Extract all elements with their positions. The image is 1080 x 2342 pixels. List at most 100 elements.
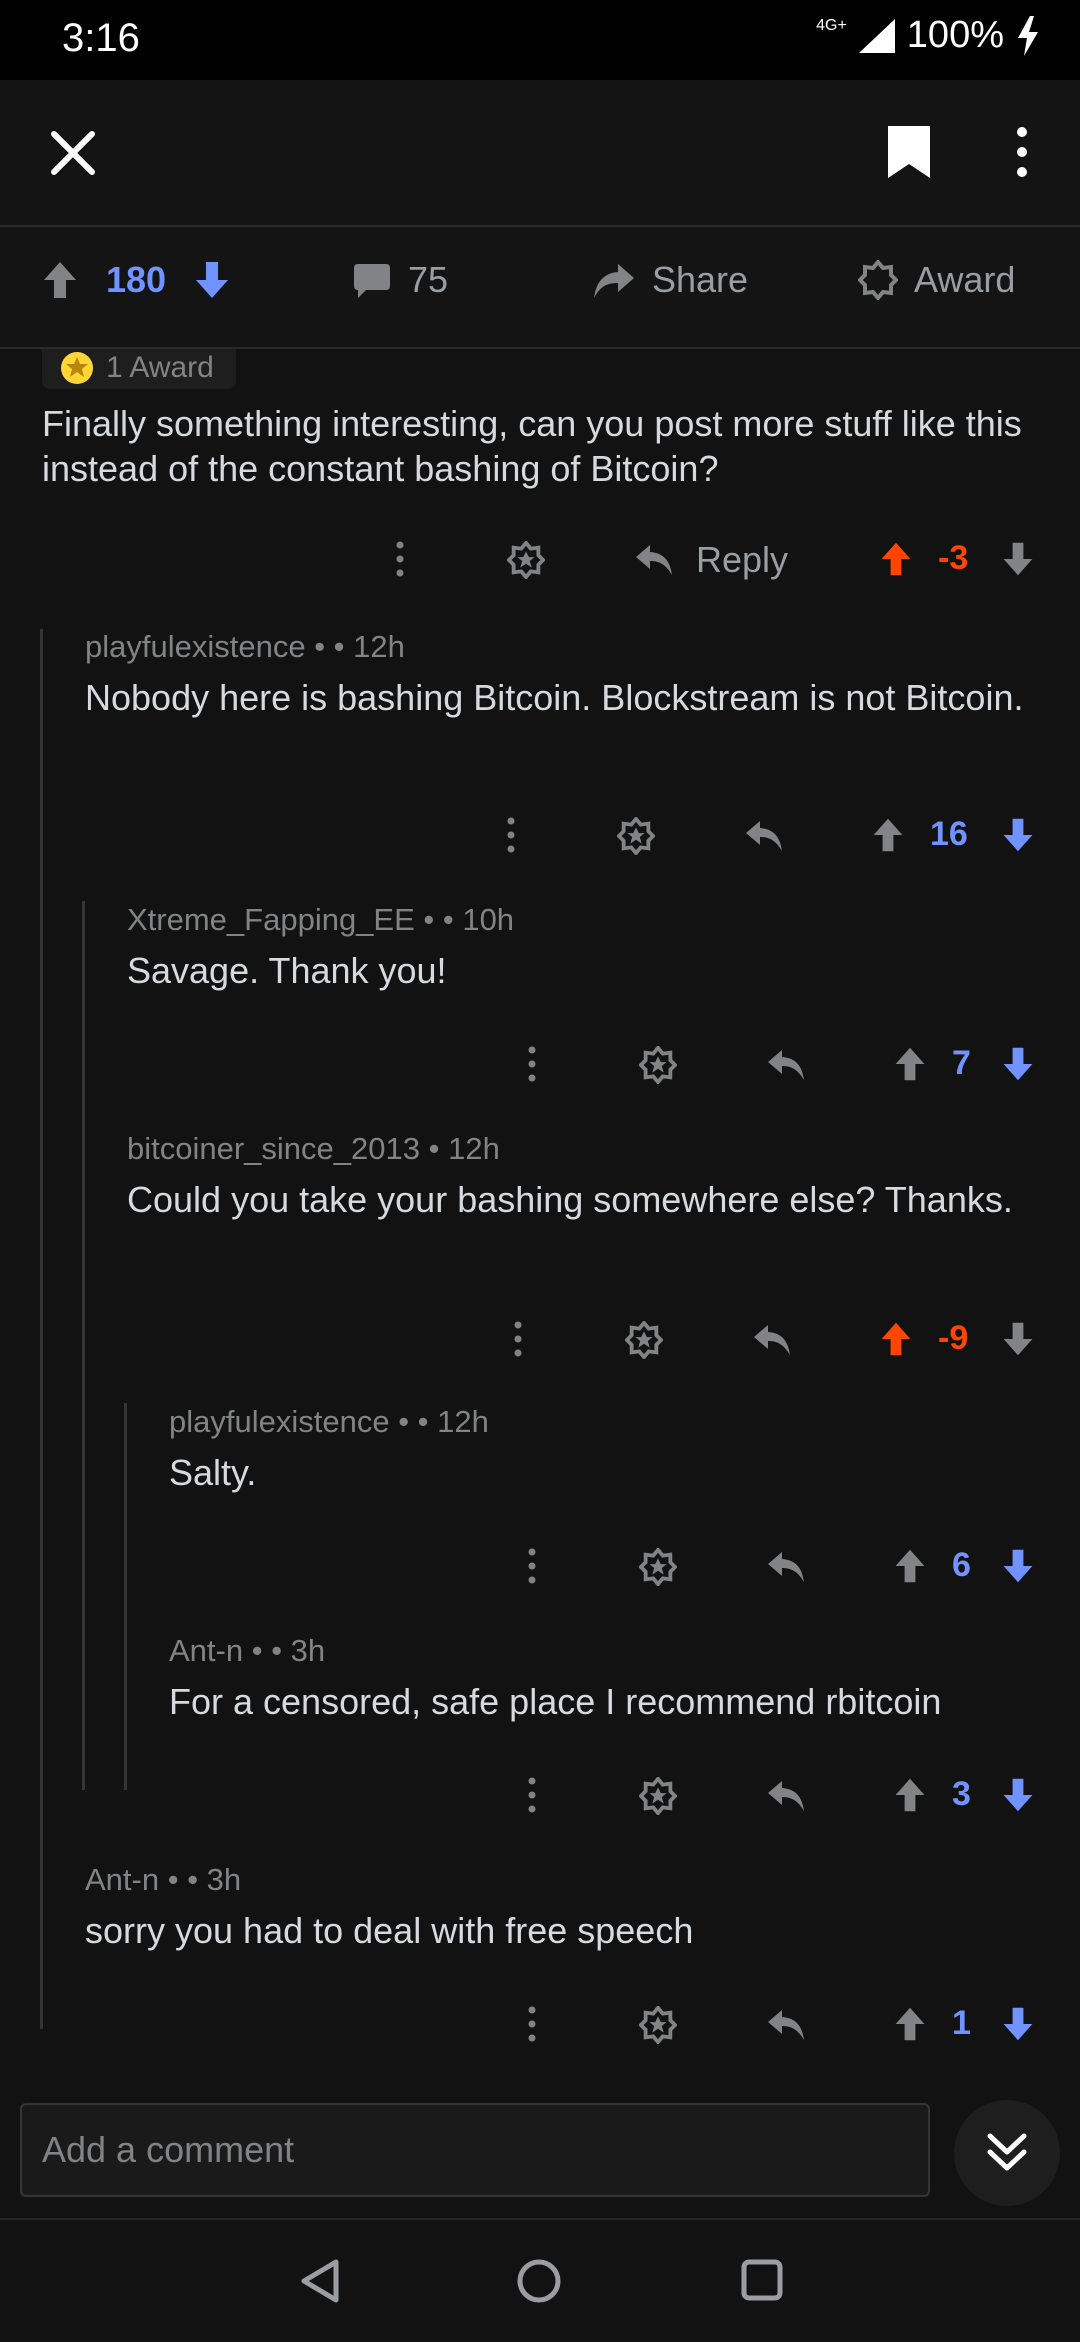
downvote-icon[interactable] — [192, 260, 232, 300]
upvote-icon[interactable] — [892, 1046, 928, 1082]
status-time: 3:16 — [62, 16, 140, 60]
comment: bitcoiner_since_2013 • 12h Could you tak… — [127, 1131, 1047, 1222]
signal-icon — [858, 18, 895, 53]
award-icon[interactable] — [639, 1046, 677, 1084]
award-icon[interactable] — [507, 541, 545, 579]
award-icon[interactable] — [617, 817, 655, 855]
upvote-icon[interactable] — [870, 817, 906, 853]
comment-age: 10h — [462, 902, 515, 937]
bookmark-icon[interactable] — [884, 124, 934, 180]
more-options-icon[interactable] — [392, 541, 408, 577]
recents-icon[interactable] — [740, 2258, 784, 2302]
post-score: 180 — [106, 259, 167, 300]
comment-actions: 1 — [0, 1994, 1080, 2054]
award-icon[interactable] — [625, 1321, 663, 1359]
award-count: 1 Award — [106, 351, 214, 384]
comment-score: 6 — [952, 1546, 971, 1584]
comment-actions: 6 — [0, 1536, 1080, 1596]
status-right: 4G+ 100% — [816, 14, 1040, 57]
downvote-icon[interactable] — [1000, 1548, 1036, 1584]
add-comment-input[interactable]: Add a comment — [20, 2103, 930, 2197]
comment-meta: playfulexistence • • 12h — [169, 1404, 489, 1439]
status-bar: 3:16 4G+ 100% — [0, 0, 1080, 80]
comment-body: For a censored, safe place I recommend r… — [169, 1681, 942, 1722]
home-icon[interactable] — [516, 2258, 562, 2304]
close-icon[interactable] — [48, 128, 98, 178]
reply-icon[interactable] — [766, 2008, 806, 2042]
upvote-icon[interactable] — [892, 1548, 928, 1584]
comment-meta: bitcoiner_since_2013 • 12h — [127, 1131, 500, 1166]
comment-meta: Xtreme_Fapping_EE • • 10h — [127, 902, 515, 937]
comment-score: 3 — [952, 1775, 971, 1813]
comment-age: 12h — [437, 1404, 489, 1439]
comment-author[interactable]: Ant-n — [169, 1633, 243, 1668]
more-options-icon[interactable] — [524, 2006, 540, 2042]
share-icon — [594, 264, 634, 298]
comment-author[interactable]: Ant-n — [85, 1862, 159, 1897]
charging-icon — [1018, 15, 1038, 56]
comment-score: -3 — [938, 539, 969, 577]
share-label: Share — [652, 259, 749, 300]
award-icon[interactable] — [639, 1548, 677, 1586]
comment-body: Nobody here is bashing Bitcoin. Blockstr… — [85, 677, 1024, 718]
comment-author[interactable]: playfulexistence — [169, 1404, 390, 1439]
reply-icon[interactable] — [744, 819, 784, 853]
award-icon[interactable] — [639, 1777, 677, 1815]
comment-actions: 16 — [0, 805, 1080, 865]
award-icon — [61, 352, 93, 384]
more-options-icon[interactable] — [524, 1046, 540, 1082]
upvote-icon[interactable] — [878, 1321, 914, 1357]
comment-body: Salty. — [169, 1452, 257, 1493]
downvote-icon[interactable] — [1000, 541, 1036, 577]
comment-actions: 3 — [0, 1765, 1080, 1825]
award-icon[interactable] — [639, 2006, 677, 2044]
comment-author[interactable]: playfulexistence — [85, 629, 306, 664]
reply-icon[interactable] — [634, 543, 674, 577]
upvote-icon[interactable] — [892, 1777, 928, 1813]
more-options-icon[interactable] — [510, 1321, 526, 1357]
next-comment-button[interactable] — [954, 2100, 1060, 2206]
comment-age: 12h — [353, 629, 405, 664]
comments-button[interactable]: 75 — [352, 259, 448, 301]
comment-score: 7 — [952, 1044, 971, 1082]
comment: Ant-n • • 3h For a censored, safe place … — [169, 1633, 1049, 1724]
post-action-bar: 180 75 Share Award — [0, 227, 1080, 349]
reply-icon[interactable] — [766, 1550, 806, 1584]
more-options-icon[interactable] — [524, 1777, 540, 1813]
comment-body: Savage. Thank you! — [127, 950, 447, 991]
comment-actions: Reply -3 — [0, 529, 1080, 589]
comment-actions: -9 — [0, 1309, 1080, 1369]
upvote-icon[interactable] — [892, 2006, 928, 2042]
downvote-icon[interactable] — [1000, 817, 1036, 853]
share-button[interactable]: Share — [592, 259, 748, 301]
downvote-icon[interactable] — [1000, 1777, 1036, 1813]
thread-line — [124, 1403, 127, 1790]
reply-button[interactable]: Reply — [696, 539, 788, 581]
comment: Xtreme_Fapping_EE • • 10h Savage. Thank … — [127, 902, 1047, 993]
comment-list: 1 Award Finally something interesting, c… — [0, 349, 1080, 2099]
award-label: Award — [914, 259, 1016, 300]
award-icon — [858, 260, 898, 300]
downvote-icon[interactable] — [1000, 1046, 1036, 1082]
reply-icon[interactable] — [766, 1048, 806, 1082]
comment-author[interactable]: bitcoiner_since_2013 — [127, 1131, 420, 1166]
upvote-icon[interactable] — [878, 541, 914, 577]
award-button[interactable]: Award — [858, 259, 1015, 301]
reply-icon[interactable] — [766, 1779, 806, 1813]
back-icon[interactable] — [298, 2258, 342, 2304]
upvote-icon[interactable] — [40, 260, 80, 300]
comment-body: Could you take your bashing somewhere el… — [127, 1179, 1013, 1220]
comment-meta: playfulexistence • • 12h — [85, 629, 405, 664]
post-vote-control: 180 — [40, 259, 232, 301]
more-vertical-icon[interactable] — [1006, 124, 1038, 180]
more-options-icon[interactable] — [524, 1548, 540, 1584]
comment: playfulexistence • • 12h Salty. — [169, 1404, 1049, 1495]
award-badge[interactable]: 1 Award — [42, 349, 236, 389]
comment-body: Finally something interesting, can you p… — [42, 403, 1022, 489]
double-chevron-down-icon — [987, 2133, 1027, 2171]
reply-icon[interactable] — [752, 1323, 792, 1357]
more-options-icon[interactable] — [503, 817, 519, 853]
downvote-icon[interactable] — [1000, 1321, 1036, 1357]
comment-author[interactable]: Xtreme_Fapping_EE — [127, 902, 415, 937]
downvote-icon[interactable] — [1000, 2006, 1036, 2042]
